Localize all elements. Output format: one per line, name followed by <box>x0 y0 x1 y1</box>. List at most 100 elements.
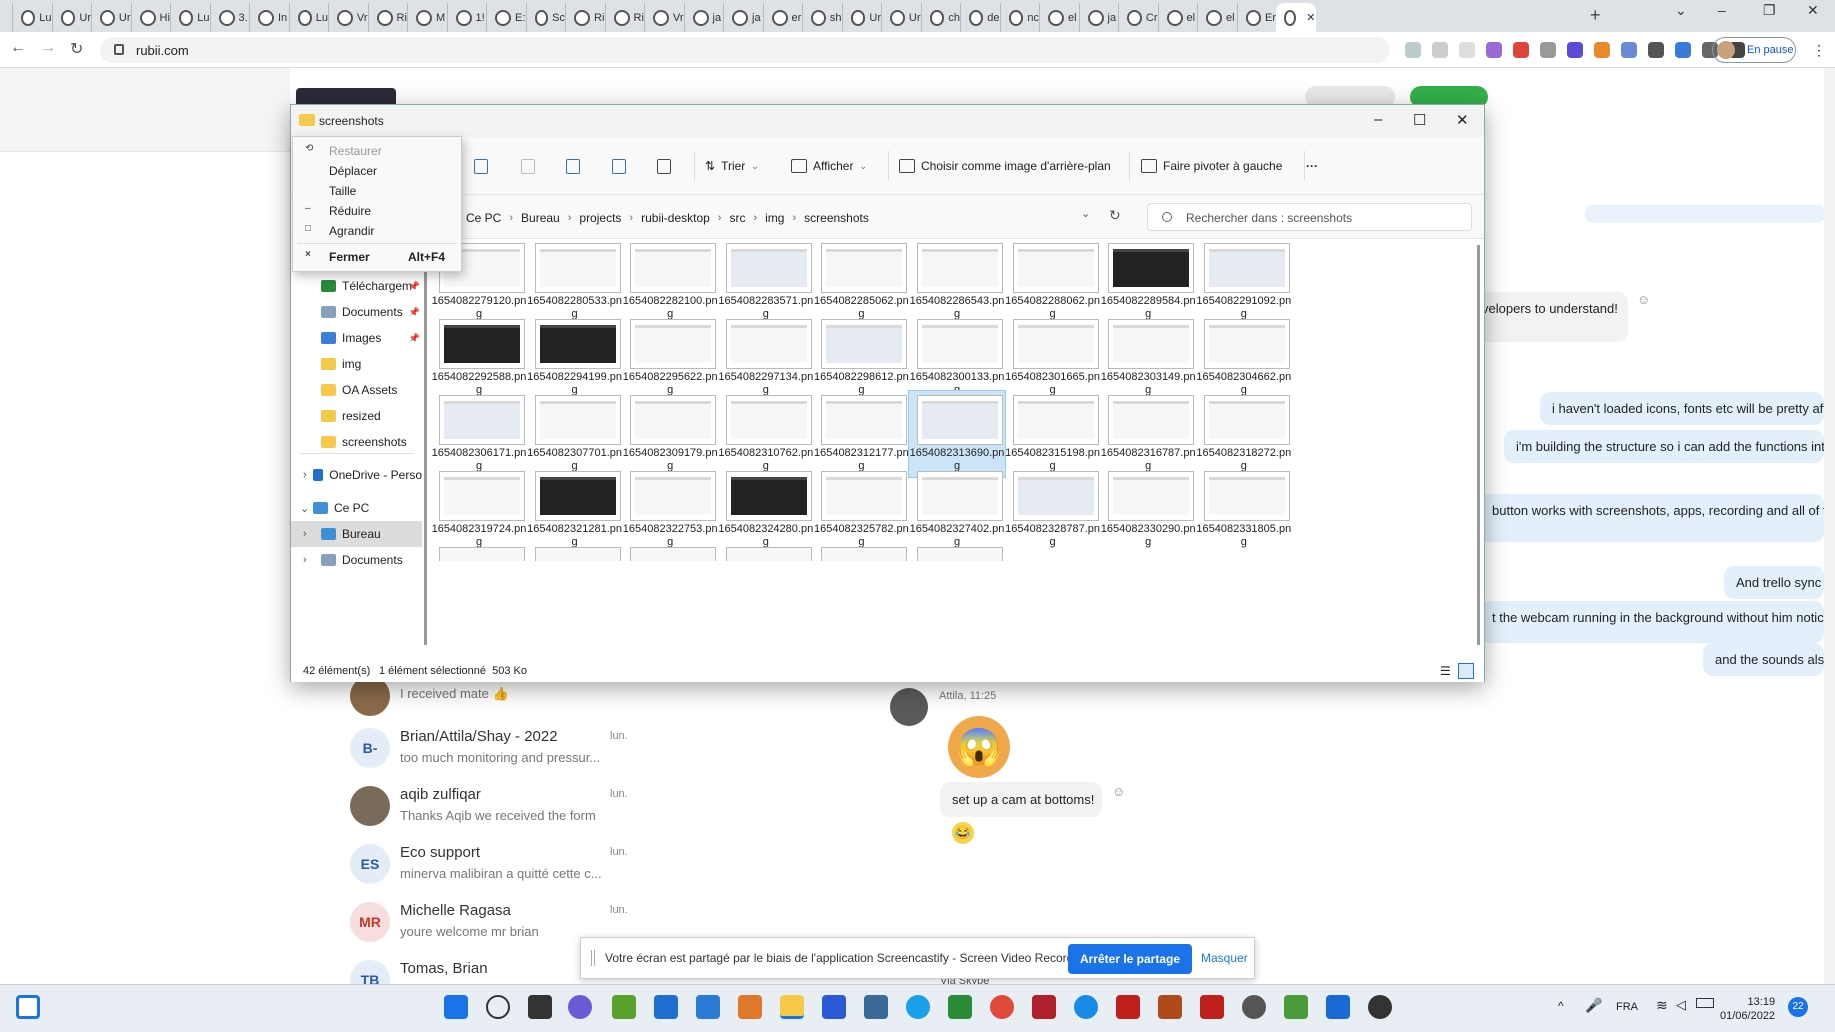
nav-item[interactable]: › Documents <box>291 547 422 573</box>
image-thumbnail[interactable] <box>439 547 525 561</box>
app-icon-2[interactable] <box>1032 995 1056 1019</box>
file-item[interactable]: 1654082331805.png <box>1196 467 1292 553</box>
puzzle-icon[interactable] <box>1648 42 1664 58</box>
delete-icon[interactable] <box>657 159 671 174</box>
file-item[interactable]: 1654082324280.png <box>718 467 814 553</box>
image-thumbnail[interactable] <box>821 547 908 561</box>
notepad-icon[interactable] <box>1326 995 1350 1019</box>
app-icon-3[interactable] <box>1074 995 1098 1019</box>
sort-button[interactable]: ⇅ Trier ⌄ <box>705 159 759 173</box>
browser-tab[interactable]: Vr <box>644 3 684 32</box>
file-item[interactable]: 1654082295622.png <box>622 315 718 401</box>
widgets-icon[interactable] <box>16 995 40 1019</box>
chat-list-item[interactable]: aqib zulfiqar Thanks Aqib we received the… <box>350 782 650 840</box>
close-icon[interactable]: ✕ <box>1807 2 1819 19</box>
hide-button[interactable]: Masquer <box>1201 951 1248 965</box>
minimize-icon[interactable]: – <box>1718 2 1726 18</box>
chat-list-item[interactable]: B- Brian/Attila/Shay - 2022 too much monit… <box>350 724 650 782</box>
nav-item[interactable]: resized <box>291 403 422 429</box>
file-item[interactable]: 1654082330290.png <box>1100 467 1196 553</box>
stop-sharing-button[interactable]: Arrêter le partage <box>1068 944 1192 974</box>
search-input[interactable]: Rechercher dans : screenshots <box>1147 203 1472 231</box>
file-item[interactable]: 1654082301665.png <box>1005 315 1101 401</box>
nav-item[interactable]: › Bureau <box>291 521 422 547</box>
task-view-icon[interactable] <box>528 995 552 1019</box>
language-indicator[interactable]: FRA <box>1616 1001 1638 1013</box>
forward-icon[interactable]: → <box>40 39 56 59</box>
browser-tab[interactable]: M <box>407 3 447 32</box>
file-item[interactable]: 1654082319724.png <box>431 467 527 553</box>
file-item[interactable]: 1654082318272.png <box>1196 391 1292 477</box>
breadcrumb-item[interactable]: rubii-desktop <box>641 211 710 225</box>
breadcrumb-item[interactable]: img <box>765 211 784 225</box>
rename-icon[interactable] <box>566 159 580 174</box>
browser-tab[interactable]: E: <box>486 3 526 32</box>
file-item[interactable]: 1654082286543.png <box>909 239 1005 325</box>
volume-icon[interactable]: ◁ <box>1676 997 1686 1013</box>
browser-tab[interactable]: Ur <box>91 3 131 32</box>
chevron-down-icon[interactable]: ⌄ <box>300 502 309 515</box>
file-item[interactable]: 1654082327402.png <box>909 467 1005 553</box>
file-item[interactable]: 1654082306171.png <box>431 391 527 477</box>
clock[interactable]: 13:19 01/06/2022 <box>1720 995 1775 1023</box>
browser-tab[interactable]: Lu <box>12 3 52 32</box>
details-view-icon[interactable]: ☰ <box>1440 664 1451 678</box>
battery-icon[interactable] <box>1696 998 1714 1008</box>
browser-tab[interactable]: Sc <box>525 3 565 32</box>
breadcrumb-item[interactable]: screenshots <box>804 211 869 225</box>
nav-item[interactable]: screenshots <box>291 429 422 455</box>
close-tab-icon[interactable]: ✕ <box>1306 11 1315 24</box>
nav-item[interactable]: Documents 📌 <box>291 299 422 325</box>
view-button[interactable]: Afficher ⌄ <box>791 159 867 173</box>
winrar-icon[interactable] <box>1158 995 1182 1019</box>
browser-tab[interactable]: er <box>762 3 803 32</box>
pen-extension-icon[interactable] <box>1486 42 1502 58</box>
file-item[interactable]: 1654082325782.png <box>813 467 909 553</box>
file-item[interactable]: 1654082291092.png <box>1196 239 1292 325</box>
chevron-down-icon[interactable]: ⌄ <box>1675 2 1687 19</box>
emoji-react-icon[interactable]: ☺ <box>1112 784 1125 799</box>
breadcrumb-item[interactable]: src <box>729 211 745 225</box>
emoji-react-icon[interactable]: ☺ <box>1637 292 1650 307</box>
image-thumbnail[interactable] <box>917 547 1003 561</box>
close-icon[interactable]: ✕ <box>1456 111 1469 129</box>
drag-handle-icon[interactable] <box>591 950 595 966</box>
browser-tab[interactable]: Ur <box>51 3 91 32</box>
fox-extension-icon[interactable] <box>1594 42 1610 58</box>
breadcrumb-item[interactable]: Ce PC <box>466 211 501 225</box>
app-icon[interactable] <box>612 995 636 1019</box>
browser-tab[interactable]: 3. <box>209 3 250 32</box>
browser-tab[interactable]: 1! <box>446 3 487 32</box>
chrome-icon[interactable] <box>990 995 1014 1019</box>
restore-icon[interactable]: ❐ <box>1763 2 1776 19</box>
tiles-view-icon[interactable] <box>1458 663 1474 679</box>
explorer-title-bar[interactable]: screenshots – ☐ ✕ <box>291 105 1484 137</box>
browser-tab[interactable]: el <box>1157 3 1198 32</box>
set-wallpaper-button[interactable]: Choisir comme image d'arrière-plan <box>899 159 1111 173</box>
file-item[interactable]: 1654082315198.png <box>1005 391 1101 477</box>
file-item[interactable]: 1654082282100.png <box>622 239 718 325</box>
nav-item[interactable]: img <box>291 351 422 377</box>
breadcrumb-item[interactable]: projects <box>579 211 621 225</box>
file-item[interactable]: 1654082328787.png <box>1005 467 1101 553</box>
outlook-icon[interactable] <box>654 995 678 1019</box>
app-icon-4[interactable] <box>1368 995 1392 1019</box>
chevron-right-icon[interactable]: › <box>303 554 307 566</box>
file-item[interactable]: 1654082310762.png <box>718 391 814 477</box>
nav-item[interactable]: Téléchargem 📌 <box>291 273 422 299</box>
menu-item[interactable]: Taille <box>293 181 461 201</box>
refresh-icon[interactable]: ↻ <box>1109 207 1121 224</box>
wifi-icon[interactable]: ≋ <box>1656 997 1668 1014</box>
file-item[interactable]: 1654082283571.png <box>718 239 814 325</box>
file-item[interactable]: 1654082307701.png <box>527 391 623 477</box>
copy-icon[interactable] <box>474 159 488 174</box>
browser-tab[interactable]: el <box>1197 3 1237 32</box>
browser-tab[interactable]: Ri <box>367 3 408 32</box>
chat-icon[interactable] <box>568 995 592 1019</box>
page-scrollbar[interactable] <box>1824 68 1835 1011</box>
browser-tab[interactable]: Ri <box>604 3 645 32</box>
record-extension-icon[interactable] <box>1513 42 1529 58</box>
file-item[interactable]: 1654082288062.png <box>1005 239 1101 325</box>
profile-button[interactable]: En pause <box>1712 37 1796 63</box>
chat-list-item[interactable]: ES Eco support minerva malibiran a quitté … <box>350 840 650 898</box>
